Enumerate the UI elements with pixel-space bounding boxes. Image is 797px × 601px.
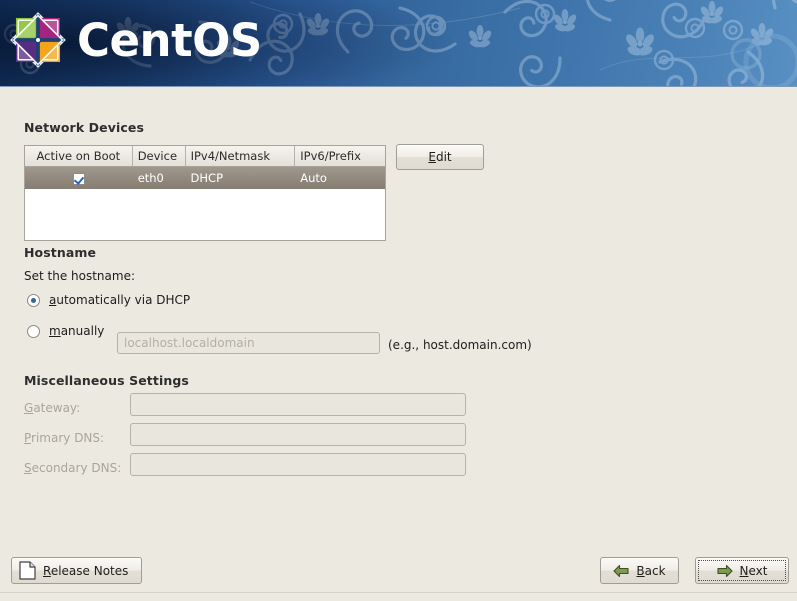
column-header-ipv6-prefix[interactable]: IPv6/Prefix — [295, 146, 385, 166]
secondary-dns-input[interactable] — [130, 453, 466, 476]
cell-ipv4-netmask: DHCP — [190, 171, 224, 185]
table-empty-area[interactable] — [25, 189, 385, 240]
column-header-ipv4-netmask[interactable]: IPv4/Netmask — [186, 146, 296, 166]
column-header-active-on-boot[interactable]: Active on Boot — [25, 146, 133, 166]
centos-logo-icon — [10, 12, 66, 68]
cell-ipv6-prefix: Auto — [300, 171, 327, 185]
document-icon — [19, 561, 36, 580]
network-devices-table[interactable]: Active on Boot Device IPv4/Netmask IPv6/… — [24, 145, 386, 241]
primary-dns-label: Primary DNS: — [24, 431, 105, 445]
primary-dns-input[interactable] — [130, 423, 466, 446]
column-header-device[interactable]: Device — [133, 146, 186, 166]
hostname-option-dhcp[interactable]: automatically via DHCP — [27, 293, 190, 307]
product-name-text: CentOS — [77, 15, 262, 67]
gateway-input[interactable] — [130, 393, 466, 416]
table-row[interactable]: eth0 DHCP Auto — [25, 167, 385, 189]
secondary-dns-label: Secondary DNS: — [24, 461, 122, 475]
hostname-input[interactable]: localhost.localdomain — [117, 332, 380, 354]
edit-button[interactable]: Edit — [396, 144, 484, 170]
centos-wordmark: CentOS — [77, 15, 262, 67]
release-notes-label: Release Notes — [43, 563, 129, 578]
misc-settings-heading: Miscellaneous Settings — [24, 373, 189, 388]
arrow-left-icon — [613, 564, 629, 577]
release-notes-button[interactable]: Release Notes — [11, 557, 142, 584]
hostname-option-manual[interactable]: manually — [27, 324, 104, 338]
active-on-boot-checkbox[interactable] — [72, 172, 85, 185]
radio-manually[interactable] — [27, 324, 40, 338]
gateway-label: Gateway: — [24, 401, 81, 415]
footer-bar: Release Notes Back Next — [0, 547, 797, 601]
radio-manually-label: manually — [49, 324, 105, 338]
next-button-focus-ring — [698, 560, 786, 581]
table-header-row: Active on Boot Device IPv4/Netmask IPv6/… — [25, 146, 385, 167]
hostname-prompt: Set the hostname: — [24, 269, 136, 283]
hostname-example-hint: (e.g., host.domain.com) — [388, 338, 532, 352]
header-banner: CentOS — [0, 0, 797, 87]
back-button-label: Back — [636, 563, 666, 578]
edit-button-label: Edit — [428, 150, 452, 164]
next-button[interactable]: Next — [695, 557, 789, 584]
back-button[interactable]: Back — [600, 557, 679, 584]
cell-active-on-boot[interactable] — [25, 167, 133, 189]
network-devices-heading: Network Devices — [24, 120, 144, 135]
cell-device: eth0 — [137, 171, 164, 185]
hostname-heading: Hostname — [24, 245, 97, 260]
radio-automatically-dhcp-label: automatically via DHCP — [49, 293, 191, 307]
footer-divider — [0, 592, 797, 593]
main-content: Network Devices Active on Boot Device IP… — [0, 87, 797, 547]
radio-automatically-dhcp[interactable] — [27, 293, 40, 307]
